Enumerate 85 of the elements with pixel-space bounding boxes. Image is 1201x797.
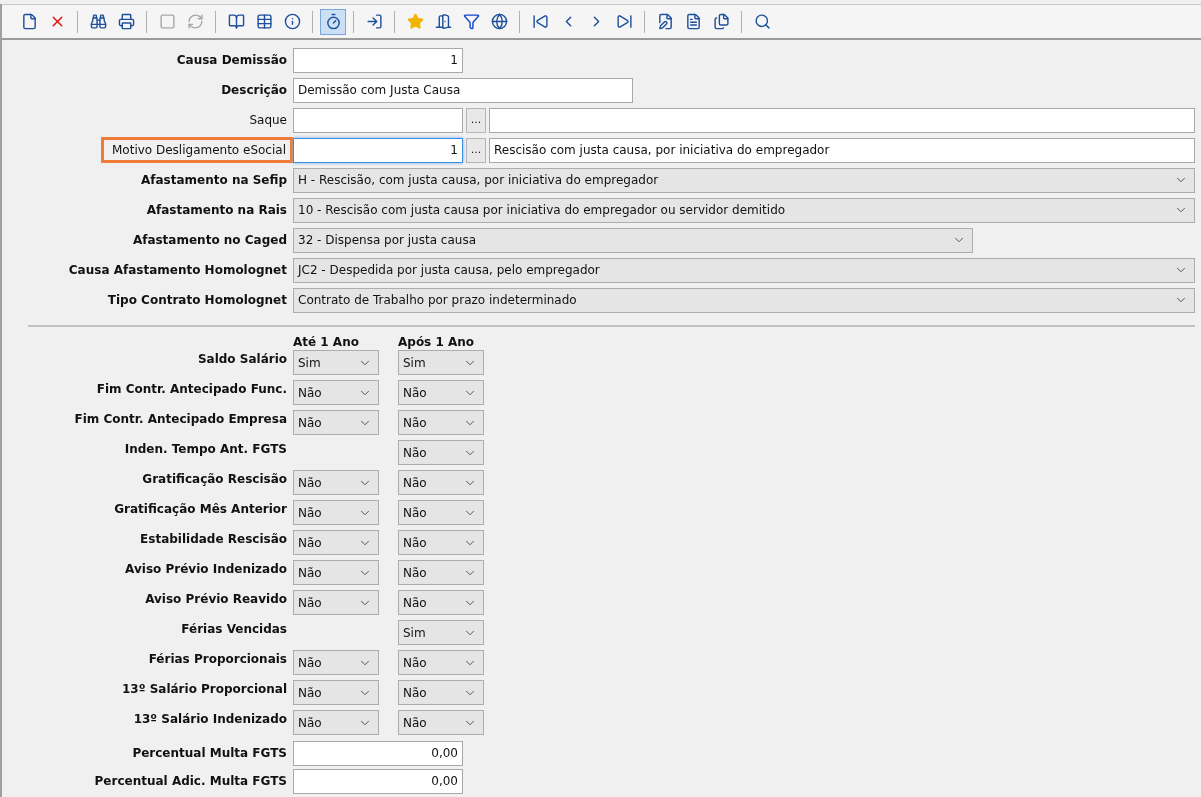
- dropdown[interactable]: Não: [293, 470, 379, 495]
- field-label: Tipo Contrato Homolognet: [106, 292, 288, 309]
- dropdown[interactable]: Não: [398, 530, 484, 555]
- dropdown[interactable]: Não: [293, 560, 379, 585]
- dropdown[interactable]: Não: [293, 410, 379, 435]
- dropdown[interactable]: Não: [398, 380, 484, 405]
- field-label: Saque: [248, 112, 288, 129]
- field-label: Férias Vencidas: [180, 621, 288, 638]
- field-label: Fim Contr. Antecipado Func.: [95, 381, 288, 398]
- description-field[interactable]: Rescisão com justa causa, por iniciativa do empregador: [489, 137, 1195, 163]
- code-field[interactable]: 1: [293, 137, 463, 163]
- door-arrow-icon: [365, 13, 383, 30]
- dropdown[interactable]: Não: [293, 650, 379, 675]
- dropdown[interactable]: Sim: [398, 620, 484, 645]
- number-field[interactable]: 0,00: [293, 740, 463, 766]
- dropdown[interactable]: Não: [398, 590, 484, 615]
- field-label: Inden. Tempo Ant. FGTS: [123, 441, 288, 458]
- field-label: 13º Salário Indenizado: [132, 711, 288, 728]
- door-icon: [434, 13, 452, 30]
- browse-button[interactable]: ...: [466, 107, 486, 133]
- last-icon: [615, 13, 633, 30]
- column-header: Até 1 Ano: [293, 335, 360, 349]
- printer-icon: [117, 13, 135, 30]
- field-label: Afastamento no Caged: [131, 232, 288, 249]
- dropdown[interactable]: Não: [398, 470, 484, 495]
- text-field[interactable]: Demissão com Justa Causa: [293, 77, 633, 103]
- number-field[interactable]: 1: [293, 47, 463, 73]
- dropdown[interactable]: Não: [398, 560, 484, 585]
- field-label: Descrição: [220, 82, 288, 99]
- dropdown[interactable]: 10 - Rescisão com justa causa por iniciativa do empregador ou servidor demitido: [293, 197, 1195, 223]
- documents-icon: [712, 13, 730, 30]
- column-header: Após 1 Ano: [398, 335, 476, 349]
- field-label: Aviso Prévio Indenizado: [124, 561, 288, 578]
- dropdown[interactable]: Não: [293, 380, 379, 405]
- document-list-icon: [684, 13, 702, 30]
- field-label: Férias Proporcionais: [147, 651, 288, 668]
- description-field[interactable]: [489, 107, 1195, 133]
- toolbar-button[interactable]: [320, 8, 346, 35]
- field-label: Aviso Prévio Reavido: [144, 591, 288, 608]
- refresh-icon: [186, 13, 204, 30]
- search-icon: [753, 13, 771, 30]
- dropdown[interactable]: Sim: [398, 350, 484, 375]
- edit-document-icon: [656, 13, 674, 30]
- table-icon: [255, 13, 273, 30]
- dropdown[interactable]: Não: [398, 410, 484, 435]
- dropdown[interactable]: Não: [398, 650, 484, 675]
- field-label: Afastamento na Rais: [145, 202, 288, 219]
- dropdown[interactable]: Não: [293, 680, 379, 705]
- field-label: Percentual Multa FGTS: [131, 744, 288, 762]
- field-label: Gratificação Mês Anterior: [113, 501, 288, 518]
- field-label: Percentual Adic. Multa FGTS: [93, 772, 288, 790]
- field-label: Afastamento na Sefip: [140, 172, 288, 189]
- dropdown[interactable]: Não: [398, 680, 484, 705]
- number-field[interactable]: 0,00: [293, 768, 463, 794]
- binoculars-icon: [89, 13, 107, 30]
- field-label: Gratificação Rescisão: [141, 471, 288, 488]
- dropdown[interactable]: Não: [293, 530, 379, 555]
- dropdown[interactable]: H - Rescisão, com justa causa, por iniciativa do empregador: [293, 167, 1195, 193]
- dropdown[interactable]: Sim: [293, 350, 379, 375]
- square-icon: [158, 13, 176, 30]
- dropdown[interactable]: Não: [398, 500, 484, 525]
- dropdown[interactable]: Não: [293, 500, 379, 525]
- stopwatch-icon: [324, 13, 342, 30]
- field-label: Causa Demissão: [175, 52, 288, 69]
- field-label: Saldo Salário: [196, 351, 288, 368]
- dropdown[interactable]: Não: [293, 590, 379, 615]
- first-icon: [531, 13, 549, 30]
- field-label: Estabilidade Rescisão: [139, 531, 288, 548]
- dropdown[interactable]: Não: [398, 440, 484, 465]
- browse-button[interactable]: ...: [466, 137, 486, 163]
- document-icon: [20, 13, 38, 30]
- field-label: 13º Salário Proporcional: [121, 681, 288, 698]
- dropdown[interactable]: JC2 - Despedida por justa causa, pelo empregador: [293, 257, 1195, 283]
- star-icon: [406, 13, 424, 30]
- info-icon: [283, 13, 301, 30]
- code-field[interactable]: [293, 107, 463, 133]
- dropdown[interactable]: Contrato de Trabalho por prazo indeterminado: [293, 287, 1195, 313]
- globe-icon: [490, 13, 508, 30]
- dropdown[interactable]: 32 - Dispensa por justa causa: [293, 227, 973, 253]
- field-label: Fim Contr. Antecipado Empresa: [73, 411, 288, 428]
- field-label: Motivo Desligamento eSocial: [101, 137, 293, 163]
- dropdown[interactable]: Não: [293, 710, 379, 735]
- filter-icon: [462, 13, 480, 30]
- dropdown[interactable]: Não: [398, 710, 484, 735]
- field-label: Causa Afastamento Homolognet: [67, 262, 288, 279]
